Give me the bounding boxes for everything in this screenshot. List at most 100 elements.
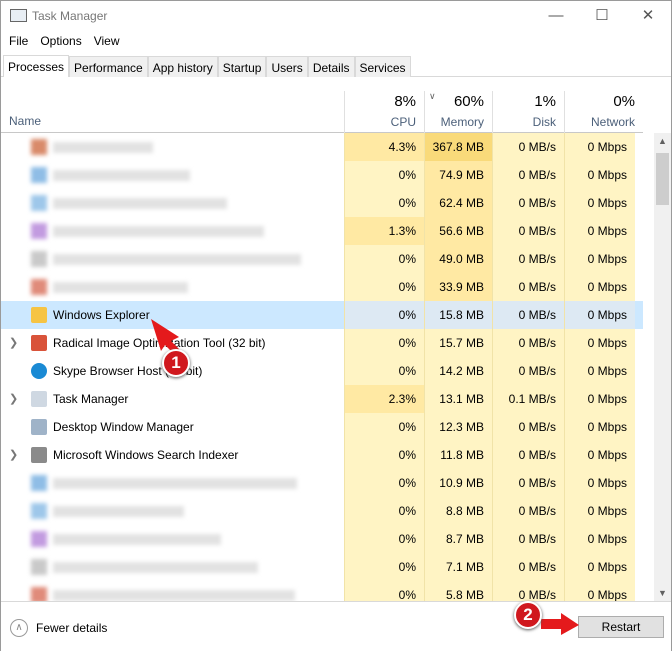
- cpu-cell: 0%: [344, 329, 424, 357]
- header-cpu[interactable]: 8% CPU: [344, 91, 424, 133]
- header-name[interactable]: Name: [9, 114, 41, 128]
- header-disk[interactable]: 1% Disk: [492, 91, 564, 133]
- memory-cell: 62.4 MB: [424, 189, 492, 217]
- fewer-details-label: Fewer details: [36, 621, 108, 635]
- scroll-up-icon[interactable]: ▲: [654, 136, 671, 146]
- expand-chevron-icon[interactable]: ❯: [9, 385, 18, 413]
- disk-cell: 0 MB/s: [492, 189, 564, 217]
- process-row[interactable]: 0% 10.9 MB 0 MB/s 0 Mbps: [1, 469, 643, 497]
- disk-cell: 0 MB/s: [492, 441, 564, 469]
- memory-cell: 7.1 MB: [424, 553, 492, 581]
- menu-options[interactable]: Options: [40, 34, 81, 48]
- disk-cell: 0.1 MB/s: [492, 385, 564, 413]
- redacted-process-name: [53, 478, 297, 489]
- process-row[interactable]: Desktop Window Manager 0% 12.3 MB 0 MB/s 0 M…: [1, 413, 643, 441]
- redacted-process-icon: [31, 223, 47, 239]
- memory-cell: 15.7 MB: [424, 329, 492, 357]
- memory-cell: 367.8 MB: [424, 133, 492, 161]
- minimize-button[interactable]: —: [533, 1, 579, 31]
- riot-icon: [31, 335, 47, 351]
- fewer-details-button[interactable]: ∧ Fewer details: [10, 619, 107, 637]
- network-cell: 0 Mbps: [564, 217, 635, 245]
- disk-cell: 0 MB/s: [492, 329, 564, 357]
- cpu-cell: 4.3%: [344, 133, 424, 161]
- network-cell: 0 Mbps: [564, 441, 635, 469]
- disk-cell: 0 MB/s: [492, 553, 564, 581]
- process-row[interactable]: ❯ Microsoft Windows Search Indexer 0% 11.8 …: [1, 441, 643, 469]
- redacted-process-name: [53, 562, 258, 573]
- scroll-thumb[interactable]: [656, 153, 669, 205]
- process-name: Radical Image Optimization Tool (32 bit): [53, 336, 266, 350]
- process-name: Microsoft Windows Search Indexer: [53, 448, 239, 462]
- maximize-button[interactable]: ☐: [579, 1, 625, 31]
- process-row[interactable]: Skype Browser Host (32 bit) 0% 14.2 MB 0 MB…: [1, 357, 643, 385]
- menu-view[interactable]: View: [94, 34, 120, 48]
- restart-button[interactable]: Restart: [578, 616, 664, 638]
- network-cell: 0 Mbps: [564, 413, 635, 441]
- title-bar: Task Manager — ☐ ✕: [1, 1, 671, 33]
- menu-file[interactable]: File: [9, 34, 28, 48]
- scroll-down-icon[interactable]: ▼: [654, 588, 671, 598]
- process-row[interactable]: 0% 8.8 MB 0 MB/s 0 Mbps: [1, 497, 643, 525]
- memory-cell: 15.8 MB: [424, 301, 492, 329]
- network-cell: 0 Mbps: [564, 245, 635, 273]
- process-row[interactable]: 1.3% 56.6 MB 0 MB/s 0 Mbps: [1, 217, 643, 245]
- process-row[interactable]: ❯ Radical Image Optimization Tool (32 bit…: [1, 329, 643, 357]
- cpu-cell: 0%: [344, 469, 424, 497]
- process-name: Desktop Window Manager: [53, 420, 194, 434]
- cpu-cell: 0%: [344, 301, 424, 329]
- expand-chevron-icon[interactable]: ❯: [9, 441, 18, 469]
- process-row[interactable]: ❯ Task Manager 2.3% 13.1 MB 0.1 MB/s 0 Mbps: [1, 385, 643, 413]
- tab-services[interactable]: Services: [354, 56, 411, 77]
- tab-users[interactable]: Users: [266, 56, 308, 77]
- close-button[interactable]: ✕: [625, 1, 671, 31]
- cpu-cell: 0%: [344, 553, 424, 581]
- memory-cell: 8.8 MB: [424, 497, 492, 525]
- header-memory[interactable]: ∨ 60% Memory: [424, 91, 492, 133]
- network-cell: 0 Mbps: [564, 385, 635, 413]
- redacted-process-icon: [31, 559, 47, 575]
- cpu-cell: 2.3%: [344, 385, 424, 413]
- disk-cell: 0 MB/s: [492, 301, 564, 329]
- cpu-cell: 0%: [344, 441, 424, 469]
- process-row[interactable]: 0% 49.0 MB 0 MB/s 0 Mbps: [1, 245, 643, 273]
- redacted-process-name: [53, 198, 227, 209]
- tab-processes[interactable]: Processes: [3, 55, 70, 77]
- process-row[interactable]: 0% 7.1 MB 0 MB/s 0 Mbps: [1, 553, 643, 581]
- disk-cell: 0 MB/s: [492, 217, 564, 245]
- vertical-scrollbar[interactable]: ▲ ▼: [654, 133, 671, 601]
- task-manager-icon: [10, 9, 27, 22]
- disk-cell: 0 MB/s: [492, 469, 564, 497]
- disk-cell: 0 MB/s: [492, 357, 564, 385]
- redacted-process-icon: [31, 279, 47, 295]
- process-row[interactable]: 0% 62.4 MB 0 MB/s 0 Mbps: [1, 189, 643, 217]
- disk-cell: 0 MB/s: [492, 413, 564, 441]
- disk-cell: 0 MB/s: [492, 245, 564, 273]
- redacted-process-icon: [31, 167, 47, 183]
- annotation-badge-2: 2: [514, 601, 542, 629]
- tab-performance[interactable]: Performance: [69, 56, 148, 77]
- network-cell: 0 Mbps: [564, 553, 635, 581]
- tab-startup[interactable]: Startup: [217, 56, 267, 77]
- sort-desc-icon: ∨: [429, 91, 436, 101]
- network-cell: 0 Mbps: [564, 497, 635, 525]
- memory-cell: 13.1 MB: [424, 385, 492, 413]
- disk-cell: 0 MB/s: [492, 273, 564, 301]
- network-cell: 0 Mbps: [564, 469, 635, 497]
- process-row[interactable]: 4.3% 367.8 MB 0 MB/s 0 Mbps: [1, 133, 643, 161]
- tab-app-history[interactable]: App history: [147, 56, 218, 77]
- tab-details[interactable]: Details: [307, 56, 355, 77]
- header-network[interactable]: 0% Network: [564, 91, 643, 133]
- task-manager-icon: [31, 391, 47, 407]
- redacted-process-name: [53, 590, 295, 601]
- cpu-cell: 0%: [344, 357, 424, 385]
- process-row[interactable]: 0% 74.9 MB 0 MB/s 0 Mbps: [1, 161, 643, 189]
- redacted-process-icon: [31, 251, 47, 267]
- network-cell: 0 Mbps: [564, 161, 635, 189]
- process-row[interactable]: 0% 33.9 MB 0 MB/s 0 Mbps: [1, 273, 643, 301]
- memory-cell: 12.3 MB: [424, 413, 492, 441]
- process-row[interactable]: 0% 8.7 MB 0 MB/s 0 Mbps: [1, 525, 643, 553]
- column-header: Name 8% CPU ∨ 60% Memory 1% Disk 0% Network: [1, 91, 643, 133]
- process-row[interactable]: Windows Explorer 0% 15.8 MB 0 MB/s 0 Mbps: [1, 301, 643, 329]
- expand-chevron-icon[interactable]: ❯: [9, 329, 18, 357]
